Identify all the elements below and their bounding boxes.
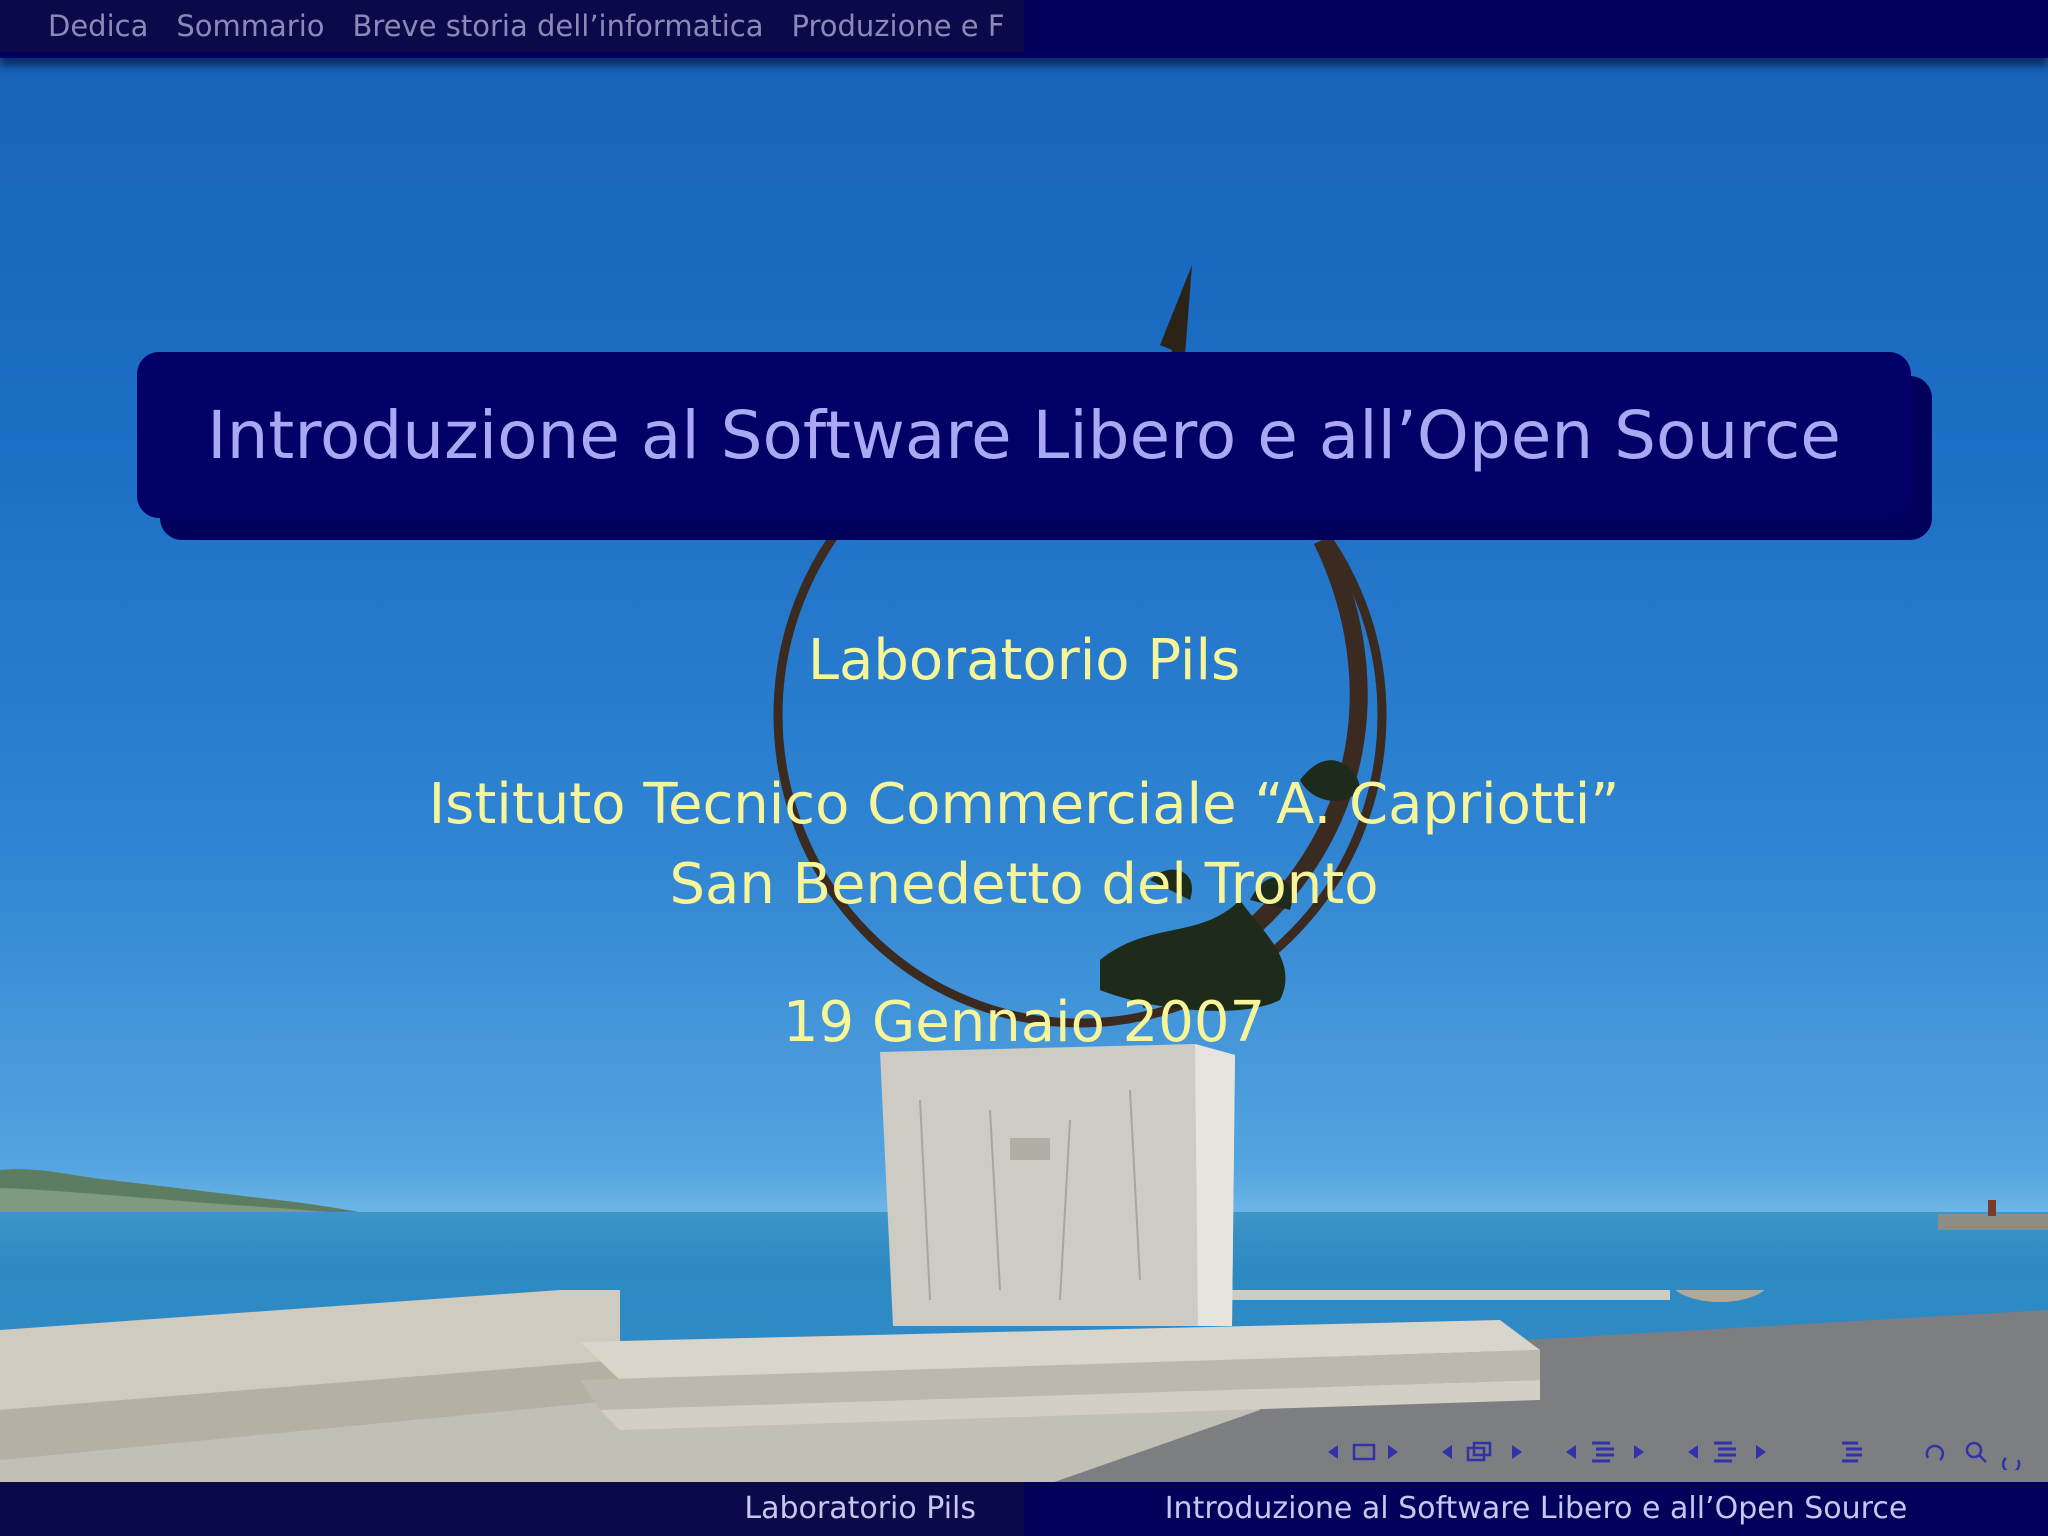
nav-section-breve-storia[interactable]: Breve storia dell’informatica — [353, 0, 764, 52]
slide-nav-icon[interactable] — [1328, 1443, 1398, 1461]
footer-author: Laboratorio Pils — [744, 1491, 976, 1526]
section-navigation-bar: Dedica Sommario Breve storia dell’informat… — [0, 0, 2048, 58]
presentation-date: 19 Gennaio 2007 — [782, 990, 1266, 1055]
presentation-title: Introduzione al Software Libero e all’Op… — [207, 396, 1841, 474]
footer-title-panel: Introduzione al Software Libero e all’Op… — [1024, 1482, 2048, 1536]
nav-section-produzione[interactable]: Produzione e F — [792, 0, 1005, 52]
footline: Laboratorio Pils Introduzione al Softwar… — [0, 1482, 2048, 1536]
author: Laboratorio Pils — [807, 628, 1241, 693]
nav-section-sommario[interactable]: Sommario — [176, 0, 324, 52]
section-nav-icon[interactable] — [1688, 1441, 1766, 1463]
section-navigation-list: Dedica Sommario Breve storia dell’informat… — [0, 0, 1024, 52]
background-sculpture — [773, 265, 1387, 1326]
institute-location: San Benedetto del Tronto — [669, 852, 1379, 917]
document-nav-icon[interactable] — [1842, 1441, 1862, 1463]
footer-title: Introduzione al Software Libero e all’Op… — [1164, 1491, 1908, 1526]
title-box: Introduzione al Software Libero e all’Op… — [137, 352, 1911, 518]
footer-author-panel: Laboratorio Pils — [0, 1482, 1024, 1536]
nav-section-dedica[interactable]: Dedica — [48, 0, 148, 52]
frame-nav-icon[interactable] — [1442, 1441, 1522, 1462]
navigation-symbols — [1310, 1434, 2048, 1470]
back-forward-search-icon[interactable] — [1925, 1441, 2021, 1470]
institute-name: Istituto Tecnico Commerciale “A. Capriot… — [428, 772, 1620, 837]
subsection-nav-icon[interactable] — [1566, 1441, 1644, 1463]
subsection-navigation-area — [1024, 0, 2048, 52]
